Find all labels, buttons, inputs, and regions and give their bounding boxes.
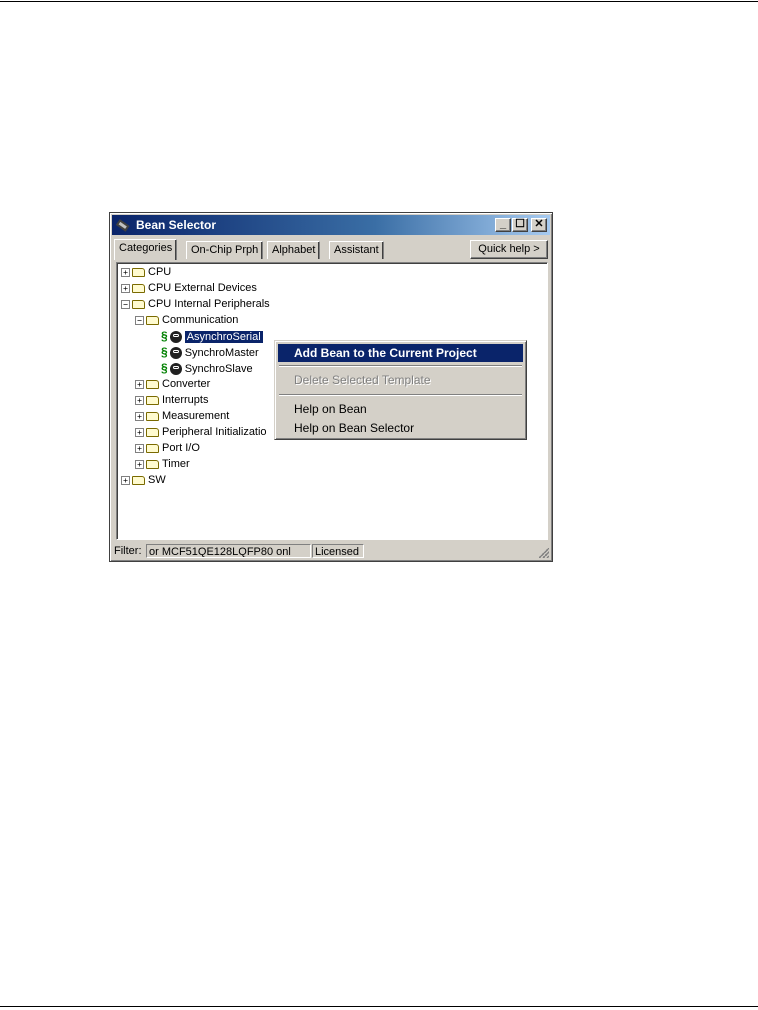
bean-icon: [169, 363, 182, 376]
resize-grip-icon[interactable]: [539, 548, 549, 558]
tree-node-label: Interrupts: [162, 394, 209, 406]
tree-node-synchroslave[interactable]: § SynchroSlave: [161, 361, 253, 376]
tree-node-label: Port I/O: [162, 442, 200, 454]
expand-icon[interactable]: +: [135, 379, 144, 389]
bean-symbol-icon: §: [161, 329, 168, 343]
tab-assistant[interactable]: Assistant: [329, 241, 384, 259]
expand-icon[interactable]: +: [121, 267, 130, 277]
bean-selector-app-icon: [115, 219, 130, 232]
tree-node-cpu[interactable]: + CPU: [121, 265, 171, 280]
tree-node-label: SynchroMaster: [184, 347, 259, 359]
bean-icon: [169, 347, 182, 360]
filter-value[interactable]: or MCF51QE128LQFP80 onl: [146, 544, 311, 558]
tree-node-asynchroserial[interactable]: § AsynchroSerial: [161, 329, 263, 344]
tree-node-label: CPU Internal Peripherals: [148, 298, 270, 310]
tree-node-cpu-external-devices[interactable]: + CPU External Devices: [121, 281, 257, 296]
menu-item-add-bean[interactable]: Add Bean to the Current Project: [278, 344, 523, 362]
context-menu: Add Bean to the Current Project Delete S…: [274, 340, 527, 440]
top-rule: [0, 1, 758, 2]
tree-node-timer[interactable]: + Timer: [135, 457, 190, 472]
expand-icon[interactable]: +: [121, 283, 130, 293]
tree-node-sw[interactable]: + SW: [121, 473, 166, 488]
folder-icon: [132, 283, 145, 293]
menu-item-help-on-bean[interactable]: Help on Bean: [278, 400, 523, 418]
tab-categories[interactable]: Categories: [114, 239, 178, 260]
tree-node-label: Peripheral Initializatio: [162, 426, 267, 438]
tree-node-label: Measurement: [162, 410, 230, 422]
expand-icon[interactable]: +: [121, 475, 130, 485]
tree-node-label: SynchroSlave: [184, 363, 253, 375]
menu-separator: [279, 365, 522, 367]
folder-open-icon: [146, 315, 159, 325]
tab-alphabet[interactable]: Alphabet: [267, 241, 321, 259]
tree-node-label: SW: [148, 474, 166, 486]
expand-icon[interactable]: +: [135, 459, 144, 469]
quick-help-button[interactable]: Quick help >: [470, 240, 548, 259]
minimize-button[interactable]: _: [495, 218, 511, 232]
bean-icon: [169, 331, 182, 344]
bottom-rule: [0, 1006, 758, 1007]
title-bar[interactable]: Bean Selector _ ☐ ✕: [112, 215, 550, 235]
folder-icon: [146, 379, 159, 389]
close-button[interactable]: ✕: [531, 218, 547, 232]
expand-icon[interactable]: +: [135, 427, 144, 437]
tree-node-cpu-internal-peripherals[interactable]: − CPU Internal Peripherals: [121, 297, 270, 312]
tree-node-label: AsynchroSerial: [184, 331, 263, 343]
status-bar: Filter: or MCF51QE128LQFP80 onl Licensed: [112, 543, 550, 559]
expand-icon[interactable]: +: [135, 395, 144, 405]
folder-icon: [146, 411, 159, 421]
folder-icon: [132, 267, 145, 277]
folder-icon: [132, 475, 145, 485]
maximize-button[interactable]: ☐: [512, 218, 528, 232]
tree-node-peripheral-initialization[interactable]: + Peripheral Initializatio: [135, 425, 267, 440]
collapse-icon[interactable]: −: [135, 315, 144, 325]
tree-node-label: CPU: [148, 266, 172, 278]
filter-label: Filter:: [114, 545, 142, 557]
expand-icon[interactable]: +: [135, 443, 144, 453]
tree-node-synchromaster[interactable]: § SynchroMaster: [161, 345, 259, 360]
tree-node-interrupts[interactable]: + Interrupts: [135, 393, 208, 408]
bean-symbol-icon: §: [161, 361, 168, 375]
expand-icon[interactable]: +: [135, 411, 144, 421]
tree-node-converter[interactable]: + Converter: [135, 377, 210, 392]
folder-icon: [146, 443, 159, 453]
tree-node-label: Timer: [162, 458, 190, 470]
folder-icon: [146, 459, 159, 469]
menu-item-delete-template[interactable]: Delete Selected Template: [278, 371, 523, 389]
tree-node-port-io[interactable]: + Port I/O: [135, 441, 200, 456]
tree-node-label: Converter: [162, 378, 211, 390]
tab-on-chip-prph[interactable]: On-Chip Prph: [186, 241, 264, 259]
tree-node-communication[interactable]: − Communication: [135, 313, 238, 328]
folder-icon: [146, 427, 159, 437]
tree-node-label: CPU External Devices: [148, 282, 257, 294]
menu-separator: [279, 394, 522, 396]
tree-node-label: Communication: [162, 314, 239, 326]
window-title: Bean Selector: [136, 218, 217, 232]
tree-node-measurement[interactable]: + Measurement: [135, 409, 229, 424]
license-status: Licensed: [312, 544, 364, 558]
menu-item-help-on-bean-selector[interactable]: Help on Bean Selector: [278, 419, 523, 437]
folder-icon: [146, 395, 159, 405]
folder-open-icon: [132, 299, 145, 309]
bean-symbol-icon: §: [161, 345, 168, 359]
collapse-icon[interactable]: −: [121, 299, 130, 309]
